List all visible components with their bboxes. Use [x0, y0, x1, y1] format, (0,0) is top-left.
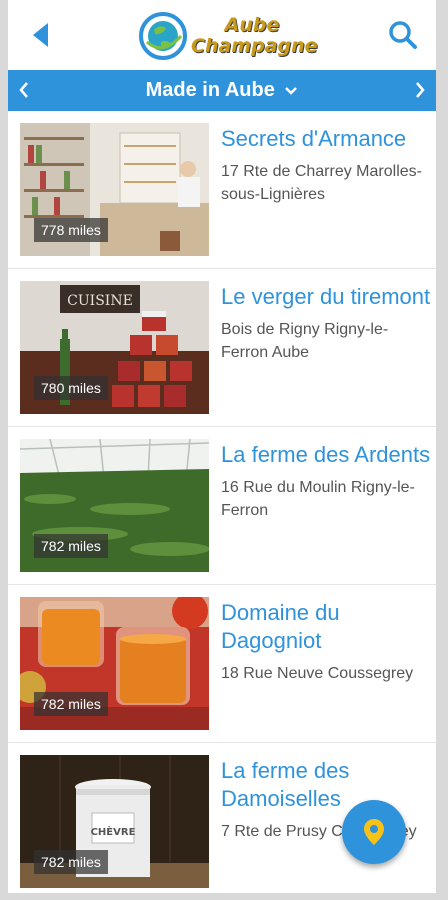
- category-bar: Made in Aube: [8, 70, 436, 111]
- place-address: 18 Rue Neuve Coussegrey: [221, 665, 414, 682]
- place-photo: CUISINE 780 miles: [20, 281, 209, 414]
- place-info: Domaine du Dagogniot 18 Rue Neuve Cousse…: [221, 599, 431, 685]
- logo-text: Aube Champagne: [191, 14, 318, 57]
- distance-badge: 778 miles: [34, 218, 108, 242]
- place-photo: 782 miles: [20, 597, 209, 730]
- app-screen: Aube Champagne Made in Aube 778 miles Se…: [8, 0, 436, 893]
- search-button[interactable]: [388, 20, 418, 50]
- place-name: Secrets d'Armance: [221, 126, 407, 151]
- logo-line-1: Aube: [224, 14, 280, 36]
- places-list: 778 miles Secrets d'Armance 17 Rte de Ch…: [8, 111, 436, 893]
- category-title: Made in Aube: [145, 79, 275, 101]
- place-info: Le verger du tiremont Bois de Rigny Rign…: [221, 283, 431, 364]
- map-pin-icon: [364, 819, 384, 845]
- place-photo: CHÈVRE 782 miles: [20, 755, 209, 888]
- place-address: 17 Rte de Charrey Marolles-sous-Lignière…: [221, 163, 422, 203]
- list-item[interactable]: 782 miles Domaine du Dagogniot 18 Rue Ne…: [8, 585, 436, 743]
- search-icon: [389, 21, 417, 49]
- list-item[interactable]: 782 miles La ferme des Ardents 16 Rue du…: [8, 427, 436, 585]
- back-arrow-icon: [33, 23, 48, 47]
- top-bar: Aube Champagne: [8, 0, 436, 70]
- place-name: La ferme des Damoiselles: [221, 758, 350, 811]
- category-next-button[interactable]: [413, 80, 427, 100]
- list-item[interactable]: CUISINE 780 miles Le verger du tiremont …: [8, 269, 436, 427]
- place-info: La ferme des Ardents 16 Rue du Moulin Ri…: [221, 441, 431, 522]
- place-name: La ferme des Ardents: [221, 442, 431, 467]
- globe-logo-icon: [139, 12, 187, 60]
- category-selector[interactable]: Made in Aube: [8, 78, 436, 102]
- chevron-right-icon: [416, 82, 425, 98]
- app-logo: Aube Champagne: [139, 8, 319, 64]
- place-info: Secrets d'Armance 17 Rte de Charrey Maro…: [221, 125, 431, 206]
- place-address: Bois de Rigny Rigny-le-Ferron Aube: [221, 321, 389, 361]
- map-fab-button[interactable]: [342, 800, 406, 864]
- logo-line-2: Champagne: [191, 35, 318, 57]
- list-item[interactable]: 778 miles Secrets d'Armance 17 Rte de Ch…: [8, 111, 436, 269]
- place-name: Le verger du tiremont: [221, 284, 431, 309]
- distance-badge: 782 miles: [34, 850, 108, 874]
- distance-badge: 780 miles: [34, 376, 108, 400]
- chevron-down-icon: [285, 86, 298, 95]
- distance-badge: 782 miles: [34, 692, 108, 716]
- place-photo-label: CHÈVRE: [91, 825, 136, 838]
- place-name: Domaine du Dagogniot: [221, 600, 340, 653]
- place-address: 16 Rue du Moulin Rigny-le-Ferron: [221, 479, 415, 519]
- place-photo: 782 miles: [20, 439, 209, 572]
- back-button[interactable]: [30, 21, 54, 49]
- place-photo-sign: CUISINE: [67, 293, 133, 309]
- distance-badge: 782 miles: [34, 534, 108, 558]
- place-photo: 778 miles: [20, 123, 209, 256]
